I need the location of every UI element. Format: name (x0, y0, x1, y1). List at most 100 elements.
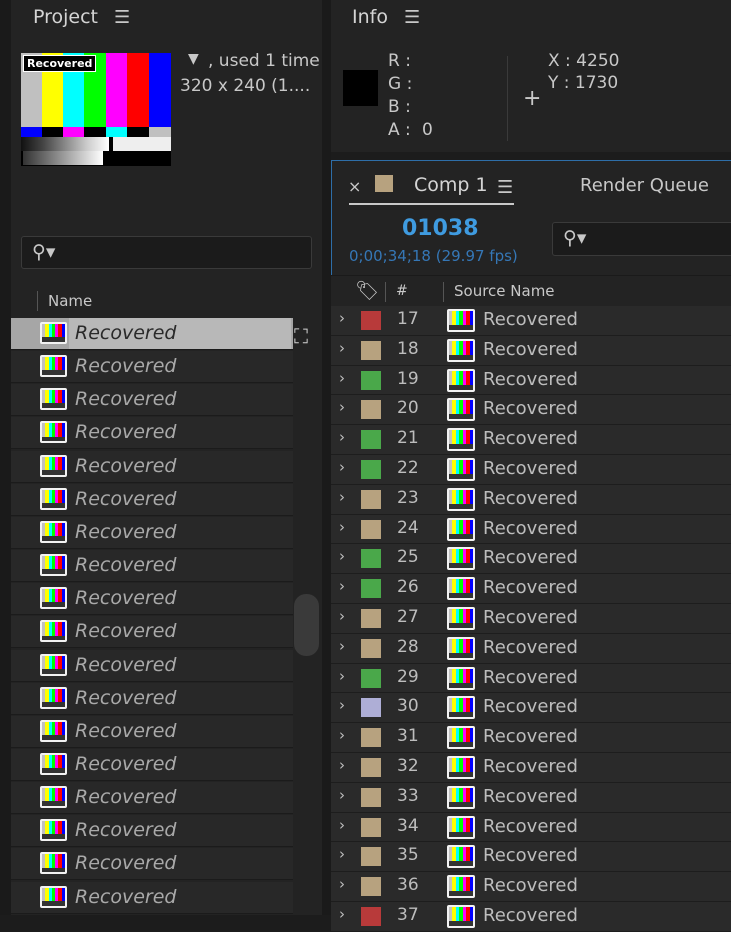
expand-chevron-icon[interactable]: › (339, 577, 345, 595)
tab-comp-1[interactable]: Comp 1 (414, 174, 488, 196)
layer-label-swatch[interactable] (361, 668, 381, 688)
layer-label-swatch[interactable] (361, 817, 381, 837)
layer-label-swatch[interactable] (361, 311, 381, 330)
source-name-column[interactable]: Source Name (454, 282, 555, 300)
flowchart-icon[interactable]: ⛶ (294, 324, 308, 348)
project-scrollbar-thumb[interactable] (294, 594, 319, 656)
project-item[interactable]: Recovered (11, 848, 293, 881)
project-item[interactable]: Recovered (11, 682, 293, 715)
layer-row[interactable]: › 25 Recovered (331, 544, 731, 575)
project-item[interactable]: Recovered (11, 417, 293, 450)
expand-chevron-icon[interactable]: › (339, 369, 345, 387)
tab-render-queue[interactable]: Render Queue (580, 175, 709, 196)
layer-label-swatch[interactable] (361, 847, 381, 867)
panel-divider[interactable] (322, 0, 331, 915)
close-tab-icon[interactable]: × (348, 177, 361, 196)
layer-row[interactable]: › 22 Recovered (331, 455, 731, 485)
layer-label-swatch[interactable] (361, 877, 381, 897)
expand-chevron-icon[interactable]: › (339, 547, 345, 565)
layer-label-swatch[interactable] (361, 370, 381, 390)
layer-row[interactable]: › 27 Recovered (331, 604, 731, 634)
layer-label-swatch[interactable] (361, 460, 381, 479)
layer-row[interactable]: › 33 Recovered (331, 782, 731, 813)
layer-row[interactable]: › 20 Recovered (331, 395, 731, 426)
layer-row[interactable]: › 18 Recovered (331, 335, 731, 366)
project-item[interactable]: Recovered (11, 583, 293, 616)
layer-number-column[interactable]: # (396, 283, 408, 299)
expand-chevron-icon[interactable]: › (339, 339, 345, 357)
label-tag-icon[interactable]: 🏷︎ (355, 279, 379, 302)
expand-chevron-icon[interactable]: › (339, 667, 345, 685)
layer-row[interactable]: › 19 Recovered (331, 365, 731, 396)
expand-chevron-icon[interactable]: › (339, 905, 345, 923)
project-item[interactable]: Recovered (11, 649, 293, 682)
info-panel-menu-icon[interactable]: ☰ (404, 7, 420, 28)
layer-label-swatch[interactable] (361, 489, 381, 509)
project-panel-title[interactable]: Project (33, 6, 98, 28)
project-panel-menu-icon[interactable]: ☰ (114, 7, 130, 28)
project-item[interactable]: Recovered (11, 881, 293, 914)
layer-label-swatch[interactable] (361, 340, 381, 360)
layer-label-swatch[interactable] (361, 787, 381, 807)
project-item[interactable]: Recovered (11, 450, 293, 483)
project-search-input[interactable]: ⚲▾ (21, 236, 312, 269)
current-time-display[interactable]: 01038 (402, 216, 479, 241)
expand-chevron-icon[interactable]: › (339, 428, 345, 446)
layer-label-swatch[interactable] (361, 907, 381, 926)
name-column-header[interactable]: Name (48, 292, 92, 310)
expand-chevron-icon[interactable]: › (339, 816, 345, 834)
expand-chevron-icon[interactable]: › (339, 875, 345, 893)
layer-row[interactable]: › 29 Recovered (331, 663, 731, 694)
layer-row[interactable]: › 28 Recovered (331, 633, 731, 664)
project-item[interactable]: Recovered (11, 782, 293, 815)
expand-chevron-icon[interactable]: › (339, 756, 345, 774)
layer-row[interactable]: › 35 Recovered (331, 842, 731, 873)
layer-row[interactable]: › 30 Recovered (331, 693, 731, 724)
layer-row[interactable]: › 31 Recovered (331, 723, 731, 753)
layer-row[interactable]: › 36 Recovered (331, 872, 731, 902)
layer-label-swatch[interactable] (361, 579, 381, 599)
project-item[interactable]: Recovered (11, 616, 293, 649)
project-item[interactable]: Recovered (11, 318, 293, 350)
project-item[interactable]: Recovered (11, 351, 293, 384)
layer-label-swatch[interactable] (361, 758, 381, 777)
info-panel-title[interactable]: Info (352, 6, 388, 28)
expand-chevron-icon[interactable]: › (339, 607, 345, 625)
layer-row[interactable]: › 24 Recovered (331, 514, 731, 545)
layer-label-swatch[interactable] (361, 519, 381, 539)
expand-chevron-icon[interactable]: › (339, 845, 345, 863)
expand-chevron-icon[interactable]: › (339, 309, 345, 327)
expand-chevron-icon[interactable]: › (339, 696, 345, 714)
comp-panel-menu-icon[interactable]: ☰ (497, 177, 513, 198)
project-item[interactable]: Recovered (11, 483, 293, 516)
layer-row[interactable]: › 37 Recovered (331, 902, 731, 932)
layer-row[interactable]: › 23 Recovered (331, 484, 731, 515)
layer-row[interactable]: › 32 Recovered (331, 753, 731, 783)
layer-label-swatch[interactable] (361, 638, 381, 658)
expand-chevron-icon[interactable]: › (339, 458, 345, 476)
expand-chevron-icon[interactable]: › (339, 488, 345, 506)
project-item[interactable]: Recovered (11, 748, 293, 781)
layer-label-swatch[interactable] (361, 430, 381, 450)
expand-chevron-icon[interactable]: › (339, 518, 345, 536)
expand-chevron-icon[interactable]: › (339, 726, 345, 744)
expand-chevron-icon[interactable]: › (339, 786, 345, 804)
expand-chevron-icon[interactable]: › (339, 398, 345, 416)
layer-row[interactable]: › 26 Recovered (331, 574, 731, 604)
timeline-search-input[interactable]: ⚲▾ (552, 222, 731, 256)
project-item[interactable]: Recovered (11, 815, 293, 848)
project-item[interactable]: Recovered (11, 384, 293, 417)
project-item[interactable]: Recovered (11, 715, 293, 748)
layer-row[interactable]: › 17 Recovered (331, 306, 731, 336)
layer-label-swatch[interactable] (361, 609, 381, 628)
layer-row[interactable]: › 34 Recovered (331, 812, 731, 843)
layer-label-swatch[interactable] (361, 698, 381, 718)
layer-label-swatch[interactable] (361, 728, 381, 748)
usage-dropdown-icon[interactable]: ▼ (188, 51, 199, 67)
project-item[interactable]: Recovered (11, 550, 293, 583)
project-item[interactable]: Recovered (11, 516, 293, 549)
layer-row[interactable]: › 21 Recovered (331, 425, 731, 455)
layer-label-swatch[interactable] (361, 400, 381, 420)
expand-chevron-icon[interactable]: › (339, 637, 345, 655)
layer-label-swatch[interactable] (361, 549, 381, 569)
